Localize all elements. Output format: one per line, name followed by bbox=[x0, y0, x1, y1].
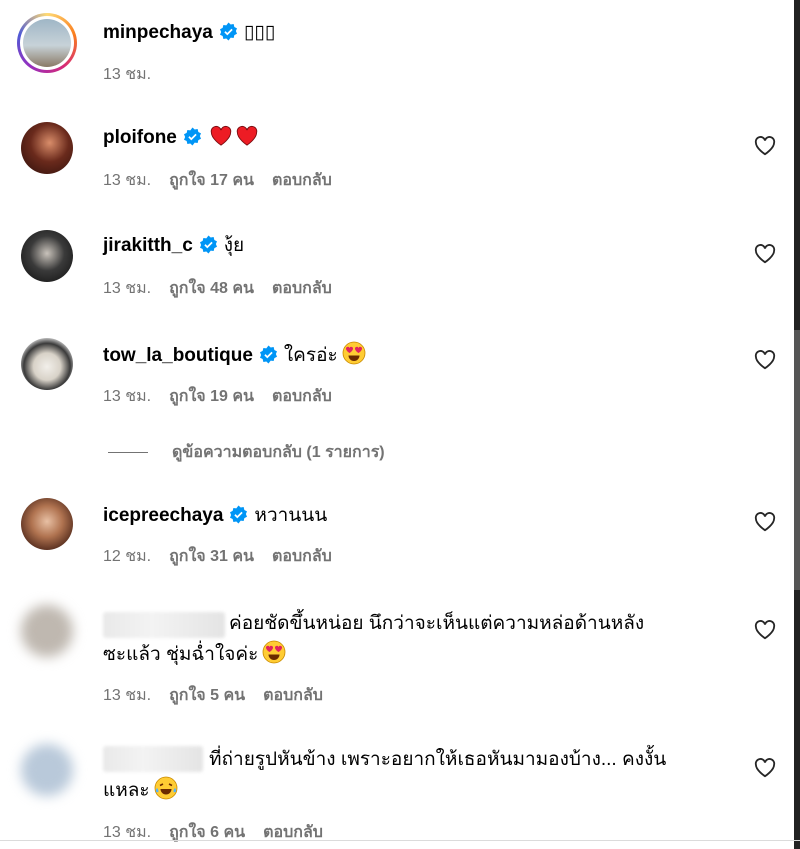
timestamp: 13 ชม. bbox=[103, 280, 152, 297]
view-replies-label: ดูข้อความตอบกลับ (1 รายการ) bbox=[172, 444, 385, 461]
comment-text: ใครอ่ะ bbox=[283, 345, 338, 366]
comment-text: หวานนน bbox=[254, 505, 328, 526]
caption-text: ▯▯▯ bbox=[243, 22, 276, 43]
divider bbox=[108, 452, 148, 454]
timestamp: 13 ชม. bbox=[103, 687, 152, 704]
scrollbar-track[interactable] bbox=[794, 0, 800, 849]
timestamp: 13 ชม. bbox=[103, 824, 152, 841]
heart-outline-icon[interactable] bbox=[754, 136, 776, 156]
avatar[interactable] bbox=[21, 338, 73, 390]
verified-badge-icon bbox=[199, 235, 217, 254]
avatar[interactable] bbox=[21, 122, 73, 174]
tears-of-joy-emoji-icon bbox=[154, 776, 178, 800]
heart-outline-icon[interactable] bbox=[754, 758, 776, 778]
username[interactable]: minpechaya bbox=[103, 22, 213, 43]
comment-text: งุ้ย bbox=[223, 235, 245, 256]
timestamp: 13 ชม. bbox=[103, 172, 152, 189]
avatar[interactable] bbox=[21, 230, 73, 282]
username[interactable]: icepreechaya bbox=[103, 505, 223, 526]
likes-count[interactable]: ถูกใจ 19 คน bbox=[169, 388, 254, 405]
username[interactable]: jirakitth_c bbox=[103, 235, 193, 256]
heart-eyes-emoji-icon bbox=[262, 640, 286, 664]
comment-text-line1: ค่อยชัดขึ้นหน่อย นึกว่าจะเห็นแต่ความหล่อ… bbox=[229, 613, 645, 634]
verified-badge-icon bbox=[230, 505, 248, 524]
comment-text: ที่ถ่ายรูปหันข้าง เพราะอยากให้เธอหันมามอ… bbox=[103, 744, 723, 806]
heart-outline-icon[interactable] bbox=[754, 620, 776, 640]
avatar[interactable] bbox=[17, 13, 77, 73]
verified-badge-icon bbox=[219, 22, 237, 41]
likes-count[interactable]: ถูกใจ 6 คน bbox=[169, 824, 245, 841]
verified-badge-icon bbox=[183, 127, 201, 146]
likes-count[interactable]: ถูกใจ 48 คน bbox=[169, 280, 254, 297]
scrollbar-thumb[interactable] bbox=[794, 330, 800, 590]
divider bbox=[0, 840, 800, 841]
red-heart-emoji-icon bbox=[236, 125, 258, 146]
comment-text-line2: แหละ bbox=[103, 780, 150, 801]
likes-count[interactable]: ถูกใจ 5 คน bbox=[169, 687, 245, 704]
reply-button[interactable]: ตอบกลับ bbox=[272, 280, 332, 297]
reply-button[interactable]: ตอบกลับ bbox=[263, 687, 323, 704]
username[interactable]: ploifone bbox=[103, 127, 177, 148]
heart-eyes-emoji-icon bbox=[342, 341, 366, 365]
timestamp: 13 ชม. bbox=[103, 66, 152, 83]
reply-button[interactable]: ตอบกลับ bbox=[272, 388, 332, 405]
comment-text-line1: ที่ถ่ายรูปหันข้าง เพราะอยากให้เธอหันมามอ… bbox=[209, 749, 667, 770]
comment-text: ค่อยชัดขึ้นหน่อย นึกว่าจะเห็นแต่ความหล่อ… bbox=[103, 608, 723, 670]
username[interactable]: tow_la_boutique bbox=[103, 345, 253, 366]
heart-outline-icon[interactable] bbox=[754, 244, 776, 264]
reply-button[interactable]: ตอบกลับ bbox=[272, 172, 332, 189]
verified-badge-icon bbox=[259, 345, 277, 364]
avatar[interactable] bbox=[21, 498, 73, 550]
likes-count[interactable]: ถูกใจ 17 คน bbox=[169, 172, 254, 189]
red-heart-emoji-icon bbox=[210, 125, 232, 146]
reply-button[interactable]: ตอบกลับ bbox=[272, 548, 332, 565]
comment-text-line2: ซะแล้ว ชุ่มฉ่ำใจค่ะ bbox=[103, 644, 259, 665]
likes-count[interactable]: ถูกใจ 31 คน bbox=[169, 548, 254, 565]
heart-outline-icon[interactable] bbox=[754, 512, 776, 532]
view-replies-button[interactable]: ดูข้อความตอบกลับ (1 รายการ) bbox=[108, 440, 385, 465]
timestamp: 12 ชม. bbox=[103, 548, 152, 565]
timestamp: 13 ชม. bbox=[103, 388, 152, 405]
reply-button[interactable]: ตอบกลับ bbox=[263, 824, 323, 841]
heart-outline-icon[interactable] bbox=[754, 350, 776, 370]
avatar[interactable] bbox=[21, 744, 73, 796]
avatar[interactable] bbox=[21, 605, 73, 657]
